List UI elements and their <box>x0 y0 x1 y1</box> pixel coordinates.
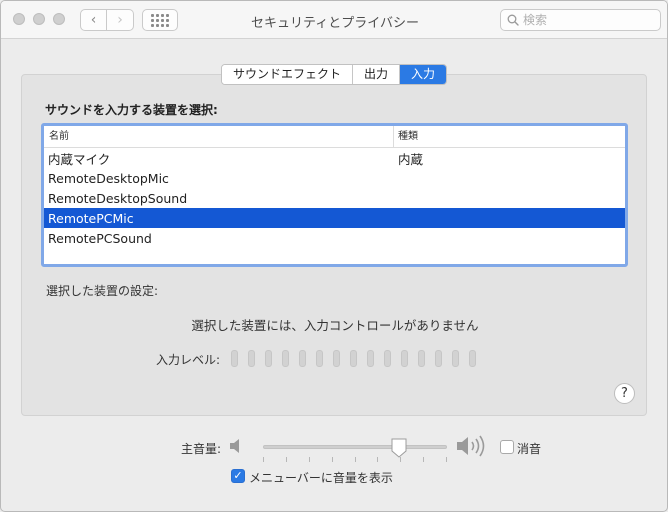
speaker-high-icon <box>457 435 485 457</box>
input-level-meter <box>231 350 486 367</box>
device-table[interactable]: 名前 種類 内蔵マイク 内蔵 RemoteDesktopMic RemoteDeskt… <box>41 123 628 267</box>
tab-bar: サウンドエフェクト 出力 入力 <box>221 64 448 85</box>
level-bar <box>265 350 272 367</box>
search-icon <box>507 14 519 26</box>
level-bar <box>316 350 323 367</box>
title-bar: ‹ › セキュリティとプライバシー <box>1 1 667 39</box>
level-bar <box>469 350 476 367</box>
device-row[interactable]: RemoteDesktopSound <box>44 188 625 208</box>
device-name: RemotePCMic <box>48 210 134 226</box>
level-bar <box>452 350 459 367</box>
level-bar <box>384 350 391 367</box>
column-header-type[interactable]: 種類 <box>394 126 418 147</box>
device-name: RemoteDesktopSound <box>48 190 188 206</box>
level-bar <box>299 350 306 367</box>
level-bar <box>401 350 408 367</box>
level-bar <box>350 350 357 367</box>
slider-tick <box>332 457 333 462</box>
slider-tick <box>446 457 447 462</box>
show-volume-in-menubar-label[interactable]: メニューバーに音量を表示 <box>249 469 393 486</box>
device-name: 内蔵マイク <box>48 151 111 167</box>
level-bar <box>282 350 289 367</box>
mute-label[interactable]: 消音 <box>517 440 541 457</box>
level-bar <box>231 350 238 367</box>
slider-tick <box>377 457 378 462</box>
slider-tick <box>286 457 287 462</box>
table-header: 名前 種類 <box>44 126 625 148</box>
input-level-label: 入力レベル: <box>156 353 221 367</box>
checkmark-icon: ✓ <box>233 469 243 482</box>
volume-slider-ticks <box>263 457 447 463</box>
select-device-label: サウンドを入力する装置を選択: <box>45 103 218 117</box>
slider-tick <box>263 457 264 462</box>
speaker-low-icon <box>230 439 239 453</box>
volume-slider-track[interactable] <box>263 445 447 449</box>
device-name: RemoteDesktopMic <box>48 170 169 186</box>
slider-tick <box>423 457 424 462</box>
show-volume-in-menubar-checkbox[interactable]: ✓ <box>231 469 245 483</box>
tab-sound-effects[interactable]: サウンドエフェクト <box>222 65 354 84</box>
level-bar <box>367 350 374 367</box>
no-controls-message: 選択した装置には、入力コントロールがありません <box>191 318 479 333</box>
level-bar <box>435 350 442 367</box>
tab-input[interactable]: 入力 <box>400 65 447 84</box>
device-settings-label: 選択した装置の設定: <box>46 284 159 298</box>
mute-checkbox[interactable] <box>500 440 514 454</box>
column-header-name[interactable]: 名前 <box>44 126 394 147</box>
output-volume-label: 主音量: <box>181 442 222 456</box>
device-rows: 内蔵マイク 内蔵 RemoteDesktopMic RemoteDesktopSoun… <box>44 148 625 248</box>
window: ‹ › セキュリティとプライバシー サウンドエフェクト 出力 入力 サウンドを入… <box>0 0 668 512</box>
device-row[interactable]: RemotePCSound <box>44 228 625 248</box>
level-bar <box>418 350 425 367</box>
volume-slider-thumb[interactable] <box>390 437 408 459</box>
device-type: 内蔵 <box>398 151 424 167</box>
help-button[interactable]: ? <box>614 383 635 404</box>
search-field[interactable] <box>500 9 661 31</box>
tab-output[interactable]: 出力 <box>353 65 401 84</box>
device-row[interactable]: 内蔵マイク 内蔵 <box>44 148 625 168</box>
slider-tick <box>309 457 310 462</box>
search-input[interactable] <box>523 13 653 27</box>
slider-tick <box>355 457 356 462</box>
level-bar <box>248 350 255 367</box>
device-row[interactable]: RemoteDesktopMic <box>44 168 625 188</box>
device-row[interactable]: RemotePCMic <box>44 208 625 228</box>
device-name: RemotePCSound <box>48 230 152 246</box>
level-bar <box>333 350 340 367</box>
